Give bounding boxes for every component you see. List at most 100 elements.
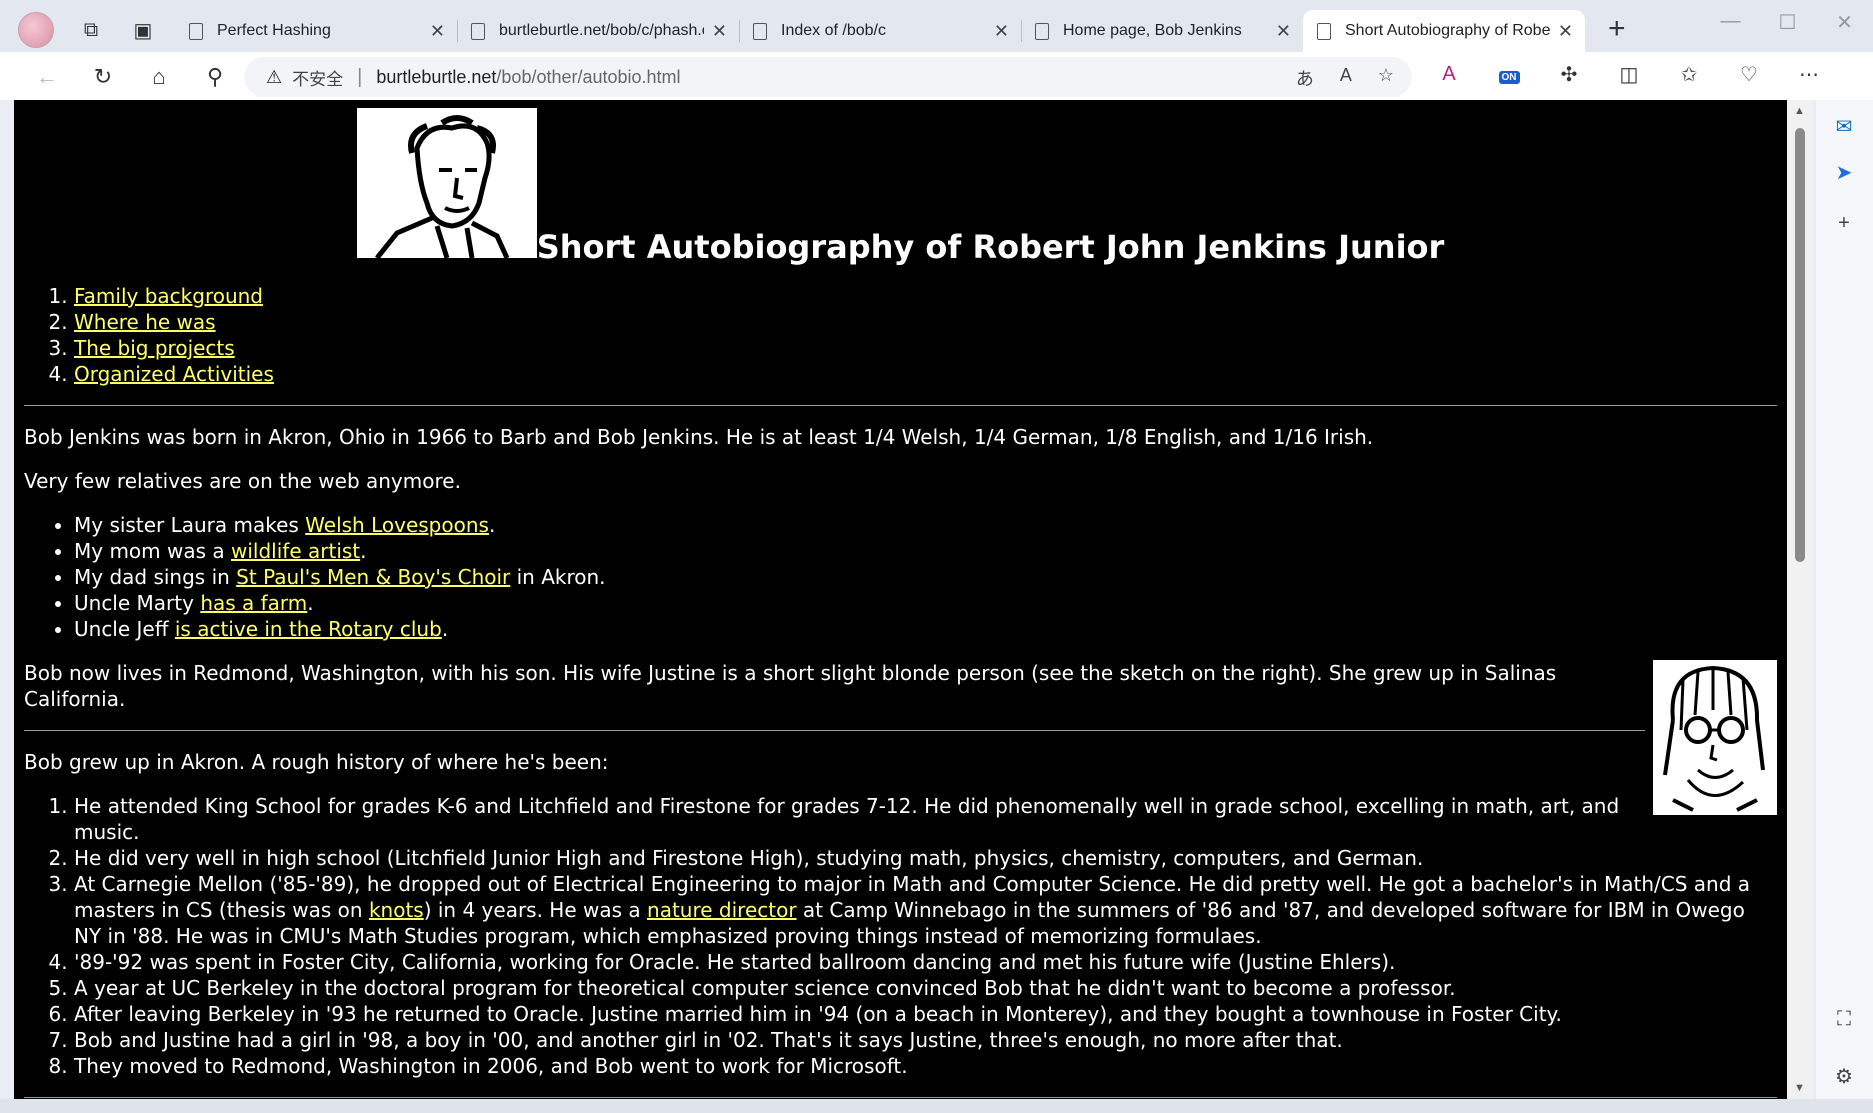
link-knots[interactable]: knots (369, 898, 424, 922)
extension-on-icon[interactable]: ON (1492, 63, 1526, 86)
toc-link-family[interactable]: Family background (74, 284, 263, 308)
tab-index-bob-c[interactable]: Index of /bob/c ✕ (739, 10, 1021, 52)
read-aloud-icon[interactable]: A (1340, 65, 1352, 91)
collections-icon[interactable]: ⧉ (76, 15, 106, 45)
tab-label: Home page, Bob Jenkins (1063, 22, 1242, 39)
outlook-icon[interactable]: ✉ (1830, 114, 1858, 139)
history-list: He attended King School for grades K-6 a… (24, 793, 1777, 1079)
page-icon (1035, 22, 1049, 40)
tab-label: burtleburtle.net/bob/c/phash.c (499, 22, 704, 39)
back-button[interactable]: ← (30, 60, 64, 94)
favorite-star-icon[interactable]: ☆ (1378, 65, 1394, 91)
list-item: They moved to Redmond, Washington in 200… (74, 1053, 1777, 1079)
url-path: /bob/other/autobio.html (496, 66, 681, 87)
browser-essentials-icon[interactable]: ♡ (1732, 62, 1766, 87)
edge-sidebar: ✉ ➤ + ⛶ ⚙ (1816, 100, 1873, 1113)
browser-toolbar: ← ↻ ⌂ ⚲ ⚠ 不安全 | burtleburtle.net/bob/oth… (0, 52, 1873, 100)
item-text: in Akron. (510, 565, 606, 589)
scroll-up-arrow[interactable]: ▲ (1794, 105, 1805, 117)
link-farm[interactable]: has a farm (200, 591, 307, 615)
current-home-paragraph: Bob now lives in Redmond, Washington, wi… (24, 661, 1557, 711)
list-item: A year at UC Berkeley in the doctoral pr… (74, 975, 1777, 1001)
link-welsh-lovespoons[interactable]: Welsh Lovespoons (305, 513, 489, 537)
address-bar[interactable]: ⚠ 不安全 | burtleburtle.net/bob/other/autob… (244, 57, 1412, 97)
settings-gear-icon[interactable]: ⚙ (1830, 1064, 1858, 1089)
toc-link-projects[interactable]: The big projects (74, 336, 235, 360)
send-icon[interactable]: ➤ (1830, 160, 1858, 185)
close-tab-icon[interactable]: ✕ (1276, 21, 1291, 42)
new-tab-button[interactable]: + (1608, 14, 1626, 44)
tab-label: Short Autobiography of Robert (1345, 22, 1550, 39)
close-tab-icon[interactable]: ✕ (1558, 21, 1573, 42)
link-nature-director[interactable]: nature director (647, 898, 797, 922)
scroll-down-arrow[interactable]: ▼ (1794, 1082, 1805, 1094)
page-icon (753, 22, 767, 40)
tab-perfect-hashing[interactable]: Perfect Hashing ✕ (175, 10, 457, 52)
page-icon (189, 22, 203, 40)
list-item: Bob and Justine had a girl in '98, a boy… (74, 1027, 1777, 1053)
taskbar-strip (0, 1099, 1873, 1113)
tab-home-page[interactable]: Home page, Bob Jenkins ✕ (1021, 10, 1303, 52)
refresh-button[interactable]: ↻ (86, 60, 120, 94)
item-text: . (307, 591, 314, 615)
tab-label: Index of /bob/c (781, 22, 886, 39)
warning-icon[interactable]: ⚠ (266, 67, 282, 88)
link-wildlife-artist[interactable]: wildlife artist (231, 539, 360, 563)
tab-phash-c[interactable]: burtleburtle.net/bob/c/phash.c ✕ (457, 10, 739, 52)
page-icon (471, 22, 485, 40)
url-text[interactable]: burtleburtle.net/bob/other/autobio.html (376, 67, 680, 88)
close-window-button[interactable]: ✕ (1816, 10, 1873, 35)
toc-item: The big projects (74, 335, 1777, 361)
vertical-tabs-icon[interactable]: ▣ (128, 15, 158, 45)
item-text: My mom was a (74, 539, 232, 563)
home-button[interactable]: ⌂ (142, 60, 176, 94)
extension-icon[interactable]: A (1432, 63, 1466, 86)
item-text: . (488, 513, 496, 537)
divider (24, 405, 1777, 406)
profile-avatar[interactable] (18, 12, 54, 48)
close-tab-icon[interactable]: ✕ (712, 21, 727, 42)
list-item: He attended King School for grades K-6 a… (74, 793, 1777, 845)
list-item: My mom was a wildlife artist. (74, 538, 1777, 564)
security-label[interactable]: 不安全 (292, 65, 343, 90)
list-item: My sister Laura makes Welsh Lovespoons. (74, 512, 1777, 538)
page-scrollbar[interactable]: ▲ ▼ (1787, 100, 1813, 1099)
minimize-button[interactable]: — (1702, 10, 1759, 35)
item-text: Uncle Jeff (74, 617, 175, 641)
bob-portrait-image (356, 108, 537, 265)
add-sidebar-app-icon[interactable]: + (1830, 212, 1858, 235)
list-item: At Carnegie Mellon ('85-'89), he dropped… (74, 871, 1777, 949)
link-choir[interactable]: St Paul's Men & Boy's Choir (236, 565, 510, 589)
toc-item: Where he was (74, 309, 1777, 335)
item-text: ) in 4 years. He was a (423, 898, 648, 922)
tab-strip: ⧉ ▣ Perfect Hashing ✕ burtleburtle.net/b… (0, 0, 1873, 60)
toc-link-where[interactable]: Where he was (74, 310, 216, 334)
page-title: Short Autobiography of Robert John Jenki… (536, 228, 1445, 266)
justine-sketch-image (1653, 660, 1777, 821)
favorites-icon[interactable]: ✩ (1672, 62, 1706, 87)
page-title-heading: Short Autobiography of Robert John Jenki… (24, 108, 1777, 265)
list-item: My dad sings in St Paul's Men & Boy's Ch… (74, 564, 1777, 590)
toc-item: Family background (74, 283, 1777, 309)
maximize-button[interactable]: ☐ (1759, 10, 1816, 35)
divider (24, 730, 1645, 731)
where-intro: Bob grew up in Akron. A rough history of… (24, 750, 609, 774)
more-menu-icon[interactable]: ⋯ (1792, 62, 1826, 87)
scroll-thumb[interactable] (1795, 128, 1805, 562)
item-text: . (360, 539, 367, 563)
item-text: . (441, 617, 449, 641)
close-tab-icon[interactable]: ✕ (994, 21, 1009, 42)
tab-autobiography[interactable]: Short Autobiography of Robert ✕ (1303, 10, 1585, 52)
window-controls: — ☐ ✕ (1702, 10, 1873, 35)
search-button[interactable]: ⚲ (198, 60, 232, 94)
close-tab-icon[interactable]: ✕ (430, 21, 445, 42)
extensions-puzzle-icon[interactable]: ✣ (1552, 62, 1586, 87)
split-screen-icon[interactable]: ◫ (1612, 62, 1646, 87)
link-rotary-club[interactable]: is active in the Rotary club (175, 617, 442, 641)
tab-list: Perfect Hashing ✕ burtleburtle.net/bob/c… (175, 10, 1585, 52)
translate-icon[interactable]: あ (1296, 65, 1314, 91)
url-host: burtleburtle.net (376, 66, 497, 87)
screenshot-icon[interactable]: ⛶ (1830, 1008, 1858, 1031)
toc-link-activities[interactable]: Organized Activities (74, 362, 274, 386)
toc-item: Organized Activities (74, 361, 1777, 387)
